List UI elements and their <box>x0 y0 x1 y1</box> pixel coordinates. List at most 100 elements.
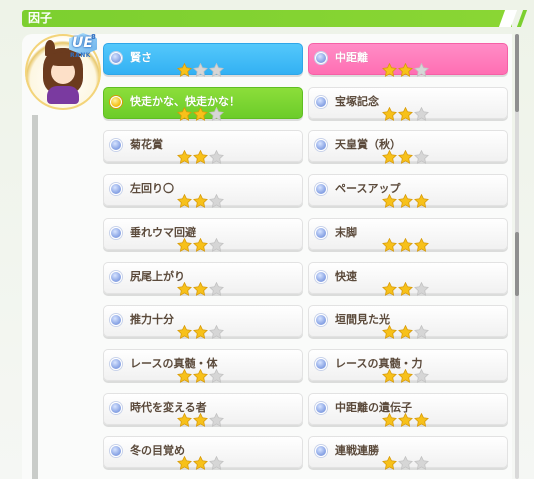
star-empty-icon <box>414 368 429 383</box>
factor-card[interactable]: 左回り〇 <box>103 174 303 208</box>
factor-type-icon <box>315 271 327 283</box>
star-empty-icon <box>209 368 224 383</box>
star-filled-icon <box>193 281 208 296</box>
factor-card[interactable]: 垂れウマ回避 <box>103 218 303 252</box>
factor-card[interactable]: レースの真髄・体 <box>103 349 303 383</box>
star-filled-icon <box>398 324 413 339</box>
factor-card[interactable]: 末脚 <box>308 218 508 252</box>
factor-card[interactable]: レースの真髄・力 <box>308 349 508 383</box>
star-empty-icon <box>414 149 429 164</box>
factor-card[interactable]: 冬の目覚め <box>103 436 303 470</box>
star-filled-icon <box>177 455 192 470</box>
section-header: 因子 <box>22 10 528 27</box>
scrollbar-thumb[interactable] <box>515 34 519 112</box>
star-empty-icon <box>414 62 429 77</box>
factor-type-icon <box>315 139 327 151</box>
star-empty-icon <box>209 193 224 208</box>
star-filled-icon <box>193 412 208 427</box>
star-filled-icon <box>382 149 397 164</box>
star-filled-icon <box>382 455 397 470</box>
factor-card[interactable]: 連戦連勝 <box>308 436 508 470</box>
star-filled-icon <box>177 149 192 164</box>
factor-stars <box>177 149 224 164</box>
factor-card[interactable]: 賢さ <box>103 43 303 77</box>
star-filled-icon <box>382 106 397 121</box>
factor-type-icon <box>110 445 122 457</box>
factor-name: 快速 <box>335 270 357 283</box>
star-empty-icon <box>414 281 429 296</box>
star-filled-icon <box>382 237 397 252</box>
rank-badge: UE 8 RANK <box>66 33 100 61</box>
star-filled-icon <box>177 62 192 77</box>
factor-type-icon <box>315 52 327 64</box>
section-title: 因子 <box>28 11 53 25</box>
factor-name: 末脚 <box>335 226 357 239</box>
star-filled-icon <box>382 412 397 427</box>
star-empty-icon <box>209 237 224 252</box>
factor-card[interactable]: 推力十分 <box>103 305 303 339</box>
star-empty-icon <box>193 62 208 77</box>
factor-card[interactable]: 快走かな、快走かな！ <box>103 87 303 121</box>
factor-card[interactable]: 宝塚記念 <box>308 87 508 121</box>
factor-stars <box>382 62 429 77</box>
factor-card[interactable]: 快速 <box>308 262 508 296</box>
factor-stars <box>382 193 429 208</box>
factor-stars <box>382 368 429 383</box>
star-filled-icon <box>177 193 192 208</box>
star-empty-icon <box>209 324 224 339</box>
factor-card[interactable]: 時代を変える者 <box>103 393 303 427</box>
factor-type-icon <box>110 271 122 283</box>
factor-type-icon <box>315 445 327 457</box>
factor-type-icon <box>110 96 122 108</box>
factor-type-icon <box>110 52 122 64</box>
factor-type-icon <box>110 402 122 414</box>
factor-type-icon <box>315 314 327 326</box>
star-empty-icon <box>414 324 429 339</box>
factor-type-icon <box>110 183 122 195</box>
factor-stars <box>177 412 224 427</box>
factor-type-icon <box>110 314 122 326</box>
star-empty-icon <box>209 62 224 77</box>
factor-stars <box>382 324 429 339</box>
star-empty-icon <box>209 412 224 427</box>
star-filled-icon <box>177 368 192 383</box>
factor-card[interactable]: 天皇賞（秋） <box>308 130 508 164</box>
star-filled-icon <box>414 412 429 427</box>
star-filled-icon <box>398 368 413 383</box>
factor-card[interactable]: 垣間見た光 <box>308 305 508 339</box>
factor-name: 賢さ <box>130 51 152 64</box>
factor-card[interactable]: 尻尾上がり <box>103 262 303 296</box>
factor-type-icon <box>315 96 327 108</box>
star-filled-icon <box>398 281 413 296</box>
factor-card[interactable]: 菊花賞 <box>103 130 303 164</box>
star-empty-icon <box>398 455 413 470</box>
star-filled-icon <box>177 237 192 252</box>
scrollbar-thumb-secondary[interactable] <box>515 232 519 296</box>
factor-name: 推力十分 <box>130 313 174 326</box>
factor-stars <box>177 324 224 339</box>
star-empty-icon <box>209 149 224 164</box>
star-filled-icon <box>398 193 413 208</box>
star-filled-icon <box>398 237 413 252</box>
factor-stars <box>177 193 224 208</box>
star-filled-icon <box>193 193 208 208</box>
star-filled-icon <box>193 368 208 383</box>
factor-stars <box>177 281 224 296</box>
factor-stars <box>382 455 429 470</box>
factor-name: 菊花賞 <box>130 138 163 151</box>
factor-card[interactable]: ペースアップ <box>308 174 508 208</box>
factor-name: 連戦連勝 <box>335 444 379 457</box>
star-filled-icon <box>414 237 429 252</box>
outfit-icon <box>47 86 79 104</box>
star-filled-icon <box>382 193 397 208</box>
factor-type-icon <box>315 402 327 414</box>
factor-type-icon <box>110 358 122 370</box>
factor-stars <box>177 237 224 252</box>
factor-card[interactable]: 中距離の遺伝子 <box>308 393 508 427</box>
factor-card[interactable]: 中距離 <box>308 43 508 77</box>
factor-stars <box>382 237 429 252</box>
star-filled-icon <box>398 62 413 77</box>
factor-stars <box>177 455 224 470</box>
star-empty-icon <box>414 106 429 121</box>
factor-type-icon <box>315 183 327 195</box>
